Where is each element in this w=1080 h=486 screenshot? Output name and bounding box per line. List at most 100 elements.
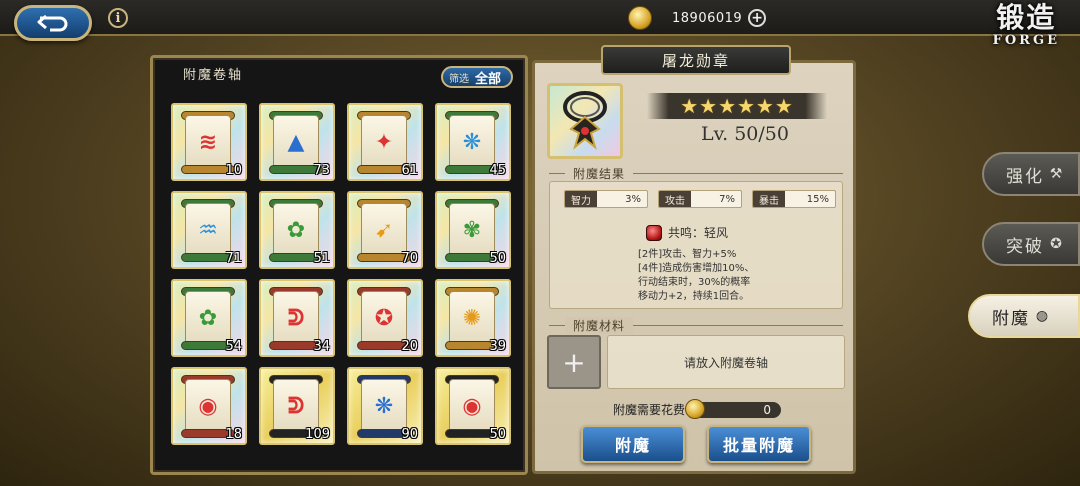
- gold-coin-icon: [685, 398, 706, 419]
- panel-title: 附魔卷轴: [183, 68, 244, 83]
- tab-breakthrough[interactable]: 突破 ✪: [982, 222, 1080, 266]
- stat-pill: 攻击 7%: [658, 190, 742, 208]
- tab-enchant[interactable]: 附魔 ◍: [968, 294, 1080, 338]
- material-section-title: 附魔材料: [565, 317, 634, 334]
- scroll-item[interactable]: ♒ 71: [171, 191, 247, 269]
- forge-title-cn: 锻造: [996, 1, 1057, 34]
- resonance-line: 行动结束时，30%的概率: [638, 277, 751, 288]
- scroll-rune-icon: ᕲ: [287, 393, 305, 419]
- scroll-grid: ≋ 10 ▲ 73 ✦ 61 ❋ 45 ♒ 71 ✿ 51 ➹ 70 ✾ 50 ✿ 54 ᕲ 34 ✪ 20 ✺ 39 ◉ 18 ᕲ…: [171, 103, 513, 473]
- result-section-title: 附魔结果: [565, 165, 634, 182]
- stat-pill: 暴击 15%: [752, 190, 836, 208]
- material-slot[interactable]: +: [547, 335, 601, 389]
- cost-label: 附魔需要花费: [613, 403, 686, 417]
- scroll-rune-icon: ✦: [374, 129, 394, 155]
- scroll-count: 50: [489, 251, 506, 266]
- add-gold-button[interactable]: +: [748, 9, 767, 27]
- scroll-count: 20: [401, 339, 418, 354]
- medal-icon: [563, 91, 607, 150]
- scroll-rune-icon: ◉: [198, 393, 218, 419]
- item-name: 屠龙勋章: [601, 45, 791, 75]
- resonance-text: 共鸣：轻风: [668, 226, 729, 240]
- scroll-rune-icon: ✪: [374, 305, 394, 331]
- gold-amount: 18906019: [672, 10, 743, 26]
- scroll-rune-icon: ✺: [462, 305, 482, 331]
- scroll-item[interactable]: ❋ 45: [435, 103, 511, 181]
- scroll-rune-icon: ≋: [198, 129, 218, 155]
- scroll-rune-icon: ➹: [374, 217, 394, 243]
- stat-name: 攻击: [659, 191, 691, 207]
- resonance-effects: [2件]攻击、智力+5% [4件]造成伤害增加10%、 行动结束时，30%的概率 移动…: [638, 248, 754, 304]
- scroll-rune-icon: ♒: [198, 217, 218, 243]
- scroll-count: 54: [225, 339, 242, 354]
- scroll-count: 10: [225, 163, 242, 178]
- scroll-item[interactable]: ✾ 50: [435, 191, 511, 269]
- scroll-item[interactable]: ❋ 90: [347, 367, 423, 445]
- stat-name: 智力: [565, 191, 597, 207]
- scroll-item[interactable]: ✿ 54: [171, 279, 247, 357]
- scroll-item[interactable]: ✿ 51: [259, 191, 335, 269]
- scroll-rune-icon: ❋: [374, 393, 394, 419]
- star-rating: ★★★★★★: [647, 93, 827, 119]
- material-box: + 请放入附魔卷轴: [547, 335, 845, 391]
- gold-currency: 18906019 +: [628, 6, 768, 30]
- stat-name: 暴击: [753, 191, 785, 207]
- enchant-button[interactable]: 附魔: [581, 425, 685, 463]
- tab-label: 强化: [1006, 166, 1044, 187]
- scroll-item[interactable]: ◉ 18: [171, 367, 247, 445]
- scroll-count: 50: [489, 427, 506, 442]
- enchant-scroll-panel: 附魔卷轴 筛选 全部 ≋ 10 ▲ 73 ✦ 61 ❋ 45 ♒ 71 ✿ 51 ➹ 70 ✾ 50 ✿ 54 ᕲ 3…: [150, 55, 528, 475]
- scroll-rune-icon: ◉: [462, 393, 482, 419]
- filter-value: 全部: [474, 71, 501, 87]
- scroll-rune-icon: ✿: [198, 305, 218, 331]
- stars-icon: ★★★★★★: [680, 94, 794, 118]
- scroll-item[interactable]: ✪ 20: [347, 279, 423, 357]
- scroll-item[interactable]: ≋ 10: [171, 103, 247, 181]
- scroll-item[interactable]: ✦ 61: [347, 103, 423, 181]
- scroll-rune-icon: ✾: [462, 217, 482, 243]
- stat-row: 智力 3% 攻击 7% 暴击 15%: [564, 190, 836, 208]
- filter-button[interactable]: 筛选 全部: [440, 66, 513, 88]
- scroll-item[interactable]: ◉ 50: [435, 367, 511, 445]
- filter-label: 筛选: [448, 73, 469, 85]
- material-hint: 请放入附魔卷轴: [607, 335, 845, 389]
- forge-title: 锻造 FORGE: [993, 2, 1060, 48]
- hammer-icon: ⚒: [1049, 166, 1065, 182]
- cost-row: 附魔需要花费 0: [613, 398, 782, 419]
- resonance-line: [2件]攻击、智力+5%: [638, 249, 737, 260]
- scroll-item[interactable]: ✺ 39: [435, 279, 511, 357]
- stat-value: 3%: [625, 193, 641, 205]
- scroll-count: 71: [225, 251, 242, 266]
- tab-label: 附魔: [992, 308, 1030, 329]
- item-detail-panel: 屠龙勋章 ★★★★★★ Lv. 50/50 附魔结果 智力 3% 攻击 7% 暴击 15%…: [532, 45, 856, 474]
- scroll-count: 45: [489, 163, 506, 178]
- resonance: 共鸣：轻风: [646, 224, 728, 241]
- scroll-item[interactable]: ▲ 73: [259, 103, 335, 181]
- info-icon[interactable]: i: [108, 8, 128, 28]
- scroll-count: 90: [401, 427, 418, 442]
- scroll-count: 73: [313, 163, 330, 178]
- scroll-count: 34: [313, 339, 330, 354]
- scroll-rune-icon: ᕲ: [287, 305, 305, 331]
- scroll-count: 39: [489, 339, 506, 354]
- tab-label: 突破: [1006, 236, 1044, 257]
- enchant-result-box: 智力 3% 攻击 7% 暴击 15% 共鸣：轻风 [2件]攻击、智力+5% [4件]造成伤害…: [549, 181, 843, 309]
- forge-title-en: FORGE: [992, 33, 1060, 48]
- star-icon: ✪: [1050, 236, 1064, 252]
- scroll-rune-icon: ❋: [462, 129, 482, 155]
- scroll-item[interactable]: ᕲ 34: [259, 279, 335, 357]
- back-button[interactable]: [14, 5, 92, 41]
- scroll-count: 61: [401, 163, 418, 178]
- scroll-item[interactable]: ➹ 70: [347, 191, 423, 269]
- red-gem-icon: [646, 224, 662, 241]
- scroll-item[interactable]: ᕲ 109: [259, 367, 335, 445]
- item-level: Lv. 50/50: [701, 123, 789, 145]
- tab-upgrade[interactable]: 强化 ⚒: [982, 152, 1080, 196]
- item-icon[interactable]: [547, 83, 623, 159]
- resonance-line: [4件]造成伤害增加10%、: [638, 263, 755, 274]
- stat-pill: 智力 3%: [564, 190, 648, 208]
- batch-enchant-button[interactable]: 批量附魔: [707, 425, 811, 463]
- cost-value: 0: [763, 402, 772, 417]
- plus-icon: +: [562, 345, 586, 379]
- stat-value: 7%: [719, 193, 735, 205]
